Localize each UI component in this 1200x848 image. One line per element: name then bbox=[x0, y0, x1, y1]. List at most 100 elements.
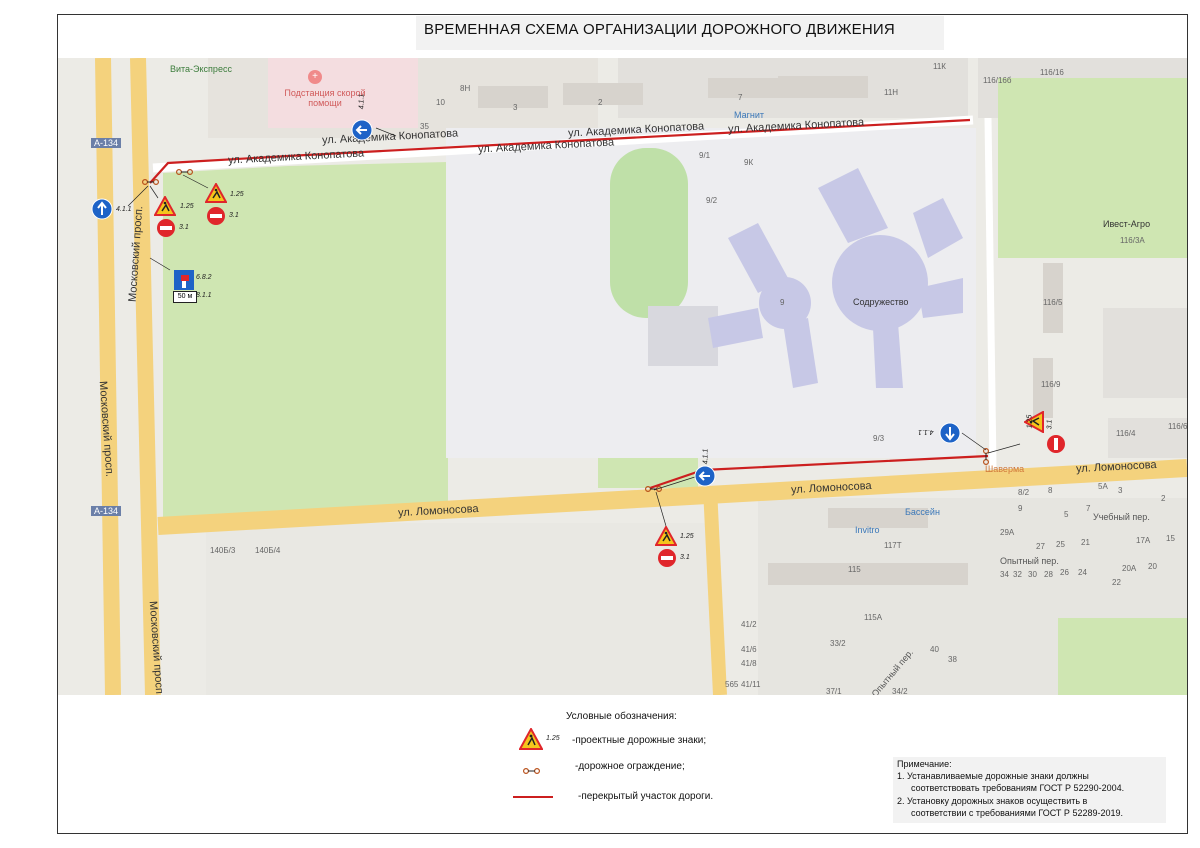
house-number: 9/1 bbox=[699, 151, 711, 160]
house-number: 10 bbox=[436, 98, 445, 107]
house-number: 140Б/4 bbox=[255, 546, 281, 555]
house-number: 9/3 bbox=[873, 434, 885, 443]
sign-code: 1.25 bbox=[230, 191, 244, 198]
sign-code: 3.1 bbox=[1046, 419, 1054, 430]
house-number: 20А bbox=[1122, 564, 1137, 573]
map-area[interactable]: ул. Академика Конопатова ул. Академика К… bbox=[58, 58, 1187, 695]
note-title: Примечание: bbox=[897, 759, 952, 769]
house-number: 41/11 bbox=[741, 680, 761, 689]
house-number: 35 bbox=[420, 122, 429, 131]
house-number: 565 bbox=[725, 680, 739, 689]
house-number: 116/9 bbox=[1041, 380, 1061, 389]
legend-item-signs: -проектные дорожные знаки; bbox=[572, 735, 707, 746]
sign-code: 1.25 bbox=[1026, 414, 1034, 429]
house-number: 8Н bbox=[460, 84, 471, 93]
house-number: 115 bbox=[848, 565, 861, 574]
note-line: соответствии с требованиями ГОСТ Р 52289… bbox=[911, 808, 1123, 818]
house-number: 27 bbox=[1036, 542, 1045, 551]
legend-closed-road-line bbox=[513, 796, 553, 798]
route-a134-1: А-134 bbox=[91, 138, 122, 148]
building-11n bbox=[778, 76, 868, 98]
legend-item-closed: -перекрытый участок дороги. bbox=[578, 791, 714, 802]
sign-code: 3.1 bbox=[229, 212, 239, 219]
page-title: ВРЕМЕННАЯ СХЕМА ОРГАНИЗАЦИИ ДОРОЖНОГО ДВ… bbox=[424, 21, 895, 38]
house-number: 117Т bbox=[884, 541, 902, 550]
stadium-field bbox=[610, 148, 688, 318]
sign-code: 1.25 bbox=[180, 203, 194, 210]
house-number: 7 bbox=[738, 93, 743, 102]
poi-shaverma[interactable]: Шаверма bbox=[985, 464, 1024, 474]
house-number: 11Н bbox=[884, 88, 899, 97]
house-number: 29А bbox=[1000, 528, 1015, 537]
legend-item-barrier: -дорожное ограждение; bbox=[575, 761, 685, 772]
block-east bbox=[1103, 308, 1187, 398]
poi-sodruzhestvo[interactable]: Содружество bbox=[853, 297, 908, 307]
park-south-east bbox=[1058, 618, 1187, 695]
house-number: 9 bbox=[1018, 504, 1023, 513]
house-number: 40 bbox=[930, 645, 939, 654]
note-line: 1. Устанавливаемые дорожные знаки должны bbox=[897, 771, 1089, 781]
road-east-minor bbox=[984, 117, 997, 469]
house-number: 9К bbox=[744, 158, 754, 167]
legend-road-works-sign-icon bbox=[518, 726, 544, 755]
house-number: 116/3А bbox=[1120, 236, 1145, 245]
house-number: 38 bbox=[948, 655, 957, 664]
house-number: 11К bbox=[933, 62, 946, 71]
park-east bbox=[998, 78, 1187, 258]
house-number: 41/8 bbox=[741, 659, 757, 668]
building-wing-4 bbox=[873, 323, 903, 388]
house-number: 5 bbox=[1064, 510, 1069, 519]
road-moskovsky-west bbox=[95, 58, 121, 695]
building-7 bbox=[708, 78, 778, 98]
house-number: 8 bbox=[1048, 486, 1053, 495]
sign-code: 1.25 bbox=[680, 533, 694, 540]
sign-code: 6.8.2 bbox=[196, 274, 212, 281]
street-uchebny: Учебный пер. bbox=[1093, 512, 1150, 522]
sign-code: 4.1.1 bbox=[918, 428, 934, 435]
house-number: 37/1 bbox=[826, 687, 842, 695]
house-number: 140Б/3 bbox=[210, 546, 236, 555]
house-number: 116/16 bbox=[1040, 68, 1064, 77]
house-number: 20 bbox=[1148, 562, 1157, 571]
poi-magnit[interactable]: Магнит bbox=[734, 110, 764, 120]
street-opytny: Опытный пер. bbox=[1000, 556, 1059, 566]
sign-code: 8.1.1 bbox=[196, 292, 212, 299]
house-number: 7 bbox=[1086, 504, 1091, 513]
house-number: 30 bbox=[1028, 570, 1037, 579]
sign-code: 4.1.1 bbox=[358, 93, 366, 110]
house-number: 41/2 bbox=[741, 620, 757, 629]
legend-title: Условные обозначения: bbox=[566, 711, 677, 722]
poi-vita-express[interactable]: Вита-Экспресс bbox=[170, 64, 232, 74]
house-number: 115А bbox=[864, 613, 883, 622]
house-number: 22 bbox=[1112, 578, 1121, 587]
house-number: 32 bbox=[1013, 570, 1022, 579]
house-number: 33/2 bbox=[830, 639, 846, 648]
house-number: 2 bbox=[598, 98, 603, 107]
house-number: 116/6 bbox=[1168, 422, 1187, 431]
house-number: 5А bbox=[1098, 482, 1108, 491]
house-number: 34/2 bbox=[892, 687, 908, 695]
sign-code: 4.1.1 bbox=[702, 448, 710, 465]
house-number: 15 bbox=[1166, 534, 1175, 543]
stadium-side bbox=[648, 306, 718, 366]
building-115 bbox=[768, 563, 968, 585]
house-number: 2 bbox=[1161, 494, 1166, 503]
distance-plate: 50 м bbox=[173, 291, 197, 303]
legend-sign-code: 1.25 bbox=[546, 735, 560, 742]
ambulance-icon: + bbox=[308, 70, 322, 84]
block-south-west bbox=[206, 523, 716, 695]
poi-ambulance[interactable]: Подстанция скорой помощи bbox=[280, 88, 370, 108]
sign-code: 4.1.1 bbox=[116, 206, 132, 213]
road-south-branch bbox=[703, 487, 727, 695]
poi-invitro[interactable]: Invitro bbox=[855, 525, 880, 535]
poi-basseyn[interactable]: Бассейн bbox=[905, 507, 940, 517]
sign-code: 3.1 bbox=[680, 554, 690, 561]
house-number: 9 bbox=[780, 298, 785, 307]
house-number: 24 bbox=[1078, 568, 1087, 577]
house-number: 116/16б bbox=[983, 76, 1012, 85]
poi-invest-agro[interactable]: Ивест-Агро bbox=[1103, 219, 1150, 229]
house-number: 116/4 bbox=[1116, 429, 1136, 438]
building-sodruzhestvo-core bbox=[832, 235, 928, 331]
house-number: 3 bbox=[1118, 486, 1123, 495]
house-number: 21 bbox=[1081, 538, 1090, 547]
